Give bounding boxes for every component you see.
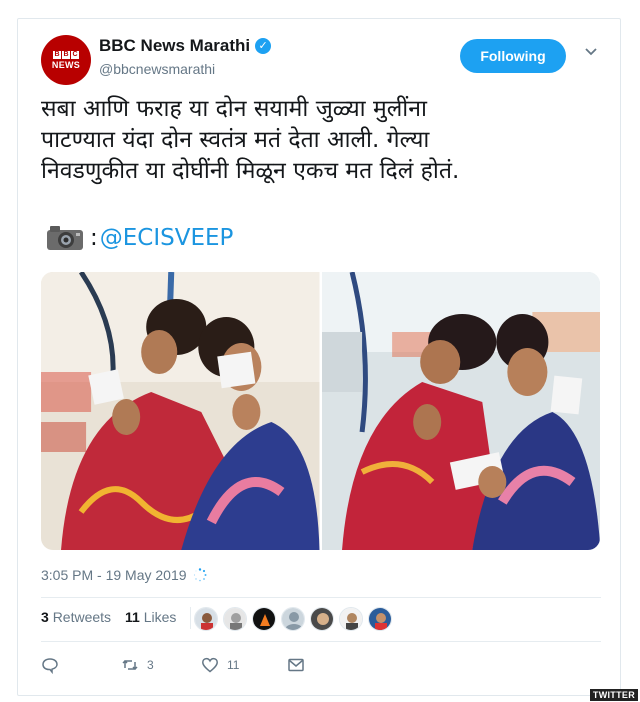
- chevron-down-icon[interactable]: [584, 45, 598, 59]
- photo-credit: : @ECISVEEP: [46, 224, 233, 252]
- account-name[interactable]: BBC News Marathi: [99, 36, 250, 56]
- retweets-label: Retweets: [52, 609, 112, 625]
- likes-count: 11: [125, 609, 140, 625]
- retweets-stat[interactable]: 3 Retweets: [41, 609, 111, 629]
- direct-message-action[interactable]: [287, 656, 305, 674]
- credit-separator: :: [90, 225, 98, 251]
- liker-avatar[interactable]: [223, 607, 247, 631]
- account-name-row[interactable]: BBC News Marathi ✓: [99, 36, 272, 56]
- stats-separator: [190, 607, 192, 629]
- twitter-watermark: TWITTER: [589, 689, 638, 701]
- bbc-news-logo: BBC NEWS: [51, 50, 81, 70]
- likes-label: Likes: [143, 609, 177, 625]
- timestamp-text[interactable]: 3:05 PM - 19 May 2019: [41, 567, 187, 583]
- twins-voter-id-photo-right: [321, 272, 600, 550]
- like-action[interactable]: 11: [201, 656, 287, 674]
- like-count: 11: [227, 658, 240, 672]
- retweets-count: 3: [41, 609, 49, 625]
- likes-stat[interactable]: 11 Likes: [125, 609, 176, 629]
- tweet-text: सबा आणि फराह या दोन सयामी जुळ्या मुलींना…: [41, 96, 460, 184]
- liker-avatar[interactable]: [368, 607, 392, 631]
- heart-icon[interactable]: [201, 656, 219, 674]
- liker-avatar[interactable]: [339, 607, 363, 631]
- tweet-actions: 3 11: [41, 656, 305, 674]
- retweet-action[interactable]: 3: [121, 656, 201, 674]
- loading-spinner-icon: [193, 568, 207, 582]
- liker-avatar[interactable]: [194, 607, 218, 631]
- engagement-stats: 3 Retweets 11 Likes: [41, 607, 192, 629]
- account-handle[interactable]: @bbcnewsmarathi: [99, 61, 215, 77]
- liker-avatar[interactable]: [310, 607, 334, 631]
- photo-left[interactable]: [41, 272, 320, 550]
- reply-icon[interactable]: [41, 656, 59, 674]
- tweet-media[interactable]: [41, 272, 600, 550]
- divider: [41, 597, 601, 598]
- avatar[interactable]: BBC NEWS: [41, 35, 91, 85]
- photo-right[interactable]: [321, 272, 600, 550]
- liker-avatars: [194, 607, 392, 631]
- following-button[interactable]: Following: [460, 39, 566, 73]
- divider: [41, 641, 601, 642]
- camera-icon: [47, 226, 83, 250]
- liker-avatar[interactable]: [252, 607, 276, 631]
- tweet-timestamp[interactable]: 3:05 PM - 19 May 2019: [41, 567, 207, 583]
- retweet-count: 3: [147, 658, 154, 672]
- twins-voter-id-photo-left: [41, 272, 320, 550]
- reply-action[interactable]: [41, 656, 121, 674]
- retweet-icon[interactable]: [121, 656, 139, 674]
- tweet-card: BBC NEWS BBC News Marathi ✓ @bbcnewsmara…: [17, 18, 621, 696]
- verified-badge-icon: ✓: [255, 38, 272, 54]
- mention-link[interactable]: @ECISVEEP: [100, 225, 234, 251]
- envelope-icon[interactable]: [287, 656, 305, 674]
- liker-avatar[interactable]: [281, 607, 305, 631]
